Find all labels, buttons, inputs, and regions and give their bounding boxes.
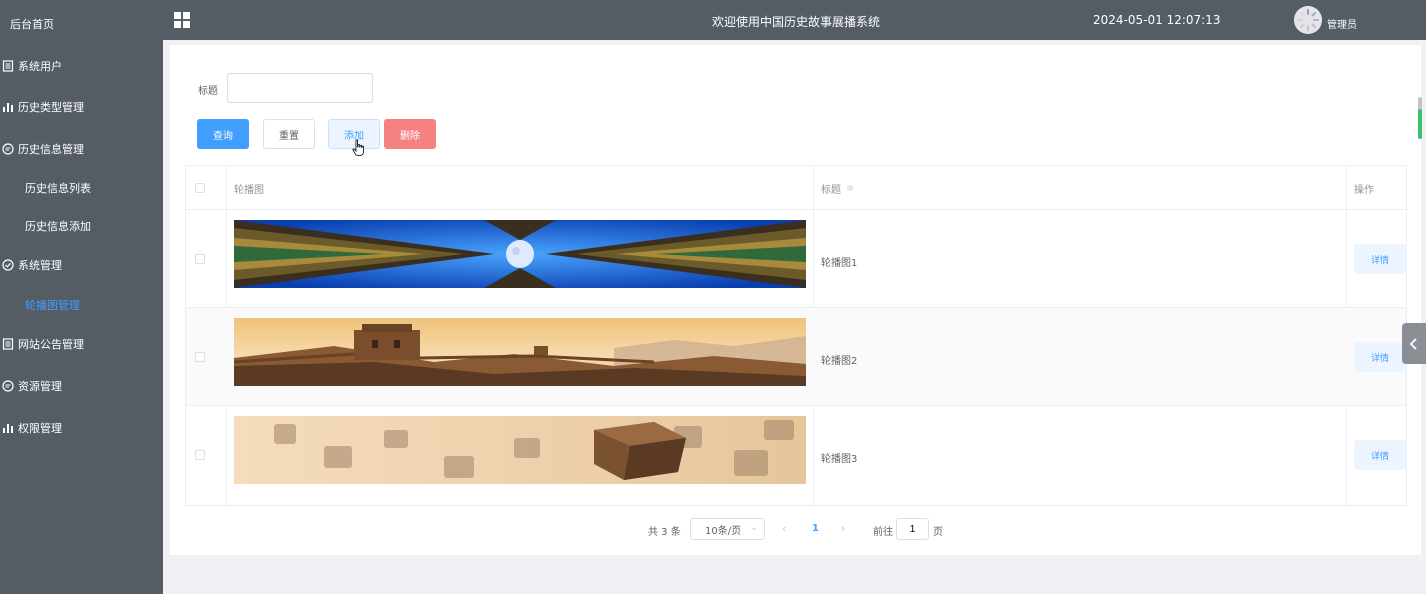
carousel-table: 轮播图 标题 ≑ 操作 轮播图1 详情 轮播图2 详情 轮播图3 详情 xyxy=(185,165,1408,506)
row-checkbox[interactable] xyxy=(195,352,205,362)
sidebar-item-label: 历史信息添加 xyxy=(25,220,91,233)
avatar-spinner-icon xyxy=(1294,6,1322,34)
table-row: 轮播图1 详情 xyxy=(186,210,1406,308)
sidebar-item-announcements[interactable]: 网站公告管理 xyxy=(0,324,163,364)
welcome-title: 欢迎使用中国历史故事展播系统 xyxy=(712,15,881,29)
carousel-image-great-wall xyxy=(234,318,806,386)
row-checkbox[interactable] xyxy=(195,254,205,264)
page-jump-input[interactable] xyxy=(896,518,929,540)
user-name[interactable]: 管理员 xyxy=(1327,16,1357,31)
reset-button[interactable]: 重置 xyxy=(263,119,315,149)
pagination-page-suffix: 页 xyxy=(933,527,943,538)
sidebar-item-label: 资源管理 xyxy=(18,380,62,393)
sidebar-item-system-users[interactable]: 系统用户 xyxy=(0,46,163,86)
top-header: 欢迎使用中国历史故事展播系统 2024-05-01 12:07:13 管理员 xyxy=(163,0,1426,40)
detail-button[interactable]: 详情 xyxy=(1354,244,1406,274)
sidebar-item-history-info[interactable]: 历史信息管理 xyxy=(0,129,163,169)
column-header-title-label: 标题 xyxy=(821,184,841,196)
sidebar-item-label: 轮播图管理 xyxy=(25,299,80,312)
page-scrollbar[interactable] xyxy=(1418,97,1422,139)
side-panel-toggle[interactable] xyxy=(1402,323,1426,364)
document-icon xyxy=(1,59,15,73)
pagination-goto-label: 前往 xyxy=(873,527,893,538)
sidebar-item-label: 后台首页 xyxy=(10,18,54,31)
bar-chart-icon xyxy=(1,421,15,435)
sidebar-item-label: 历史类型管理 xyxy=(18,101,84,114)
sidebar-item-label: 系统用户 xyxy=(18,60,62,73)
next-page-icon[interactable]: › xyxy=(841,522,845,535)
table-row: 轮播图3 详情 xyxy=(186,406,1406,504)
row-title: 轮播图3 xyxy=(821,454,858,465)
detail-button[interactable]: 详情 xyxy=(1354,342,1406,372)
sidebar-item-label: 网站公告管理 xyxy=(18,338,84,351)
page-number-current[interactable]: 1 xyxy=(812,523,819,534)
menu-grid-icon[interactable] xyxy=(174,12,190,28)
sidebar-item-system-management[interactable]: 系统管理 xyxy=(0,245,163,285)
query-button[interactable]: 查询 xyxy=(197,119,249,149)
column-header-title[interactable]: 标题 ≑ xyxy=(821,166,854,210)
avatar[interactable] xyxy=(1294,6,1322,34)
title-search-input[interactable] xyxy=(227,73,373,103)
chevron-down-icon: ⌄ xyxy=(750,523,758,533)
sidebar-item-label: 权限管理 xyxy=(18,422,62,435)
table-row: 轮播图2 详情 xyxy=(186,308,1406,406)
hand-cursor-icon xyxy=(352,139,364,156)
chat-bubble-icon xyxy=(1,142,15,156)
page-size-value: 10条/页 xyxy=(705,525,742,537)
sidebar-item-history-add[interactable]: 历史信息添加 xyxy=(0,206,163,246)
bar-chart-icon xyxy=(1,100,15,114)
chat-bubble-icon xyxy=(1,379,15,393)
row-title: 轮播图2 xyxy=(821,356,858,367)
sidebar-item-history-list[interactable]: 历史信息列表 xyxy=(0,168,163,208)
sidebar-item-label: 系统管理 xyxy=(18,259,62,272)
row-title: 轮播图1 xyxy=(821,258,858,269)
carousel-image-palace-eaves xyxy=(234,220,806,288)
row-checkbox[interactable] xyxy=(195,450,205,460)
detail-button[interactable]: 详情 xyxy=(1354,440,1406,470)
sidebar-item-carousel-management[interactable]: 轮播图管理 xyxy=(0,285,163,325)
chevron-left-icon xyxy=(1409,337,1417,350)
pagination-total: 共 3 条 xyxy=(648,527,681,538)
carousel-image-calligraphy xyxy=(234,416,806,484)
sidebar-item-resources[interactable]: 资源管理 xyxy=(0,366,163,406)
column-header-carousel: 轮播图 xyxy=(234,184,264,196)
search-title-label: 标题 xyxy=(198,86,218,97)
sidebar-item-label: 历史信息管理 xyxy=(18,143,84,156)
delete-button[interactable]: 删除 xyxy=(384,119,436,149)
select-all-checkbox[interactable] xyxy=(195,183,205,193)
check-circle-icon xyxy=(1,258,15,272)
sidebar-item-label: 历史信息列表 xyxy=(25,182,91,195)
prev-page-icon[interactable]: ‹ xyxy=(782,522,786,535)
sidebar-item-home[interactable]: 后台首页 xyxy=(0,4,163,44)
table-header: 轮播图 标题 ≑ 操作 xyxy=(186,166,1408,210)
document-icon xyxy=(1,337,15,351)
sidebar-item-permissions[interactable]: 权限管理 xyxy=(0,408,163,448)
header-datetime: 2024-05-01 12:07:13 xyxy=(1093,13,1221,27)
sidebar-item-history-types[interactable]: 历史类型管理 xyxy=(0,87,163,127)
main-card: 标题 查询 重置 添加 删除 轮播图 标题 ≑ 操作 轮播图1 详情 轮播图2 … xyxy=(170,45,1421,555)
sidebar: 后台首页 系统用户 历史类型管理 历史信息管理 历史信息列表 历史信息添加 系统… xyxy=(0,0,163,594)
column-header-actions: 操作 xyxy=(1354,184,1374,196)
sort-caret-icon[interactable]: ≑ xyxy=(846,183,854,194)
page-size-select[interactable]: 10条/页 ⌄ xyxy=(690,518,765,540)
